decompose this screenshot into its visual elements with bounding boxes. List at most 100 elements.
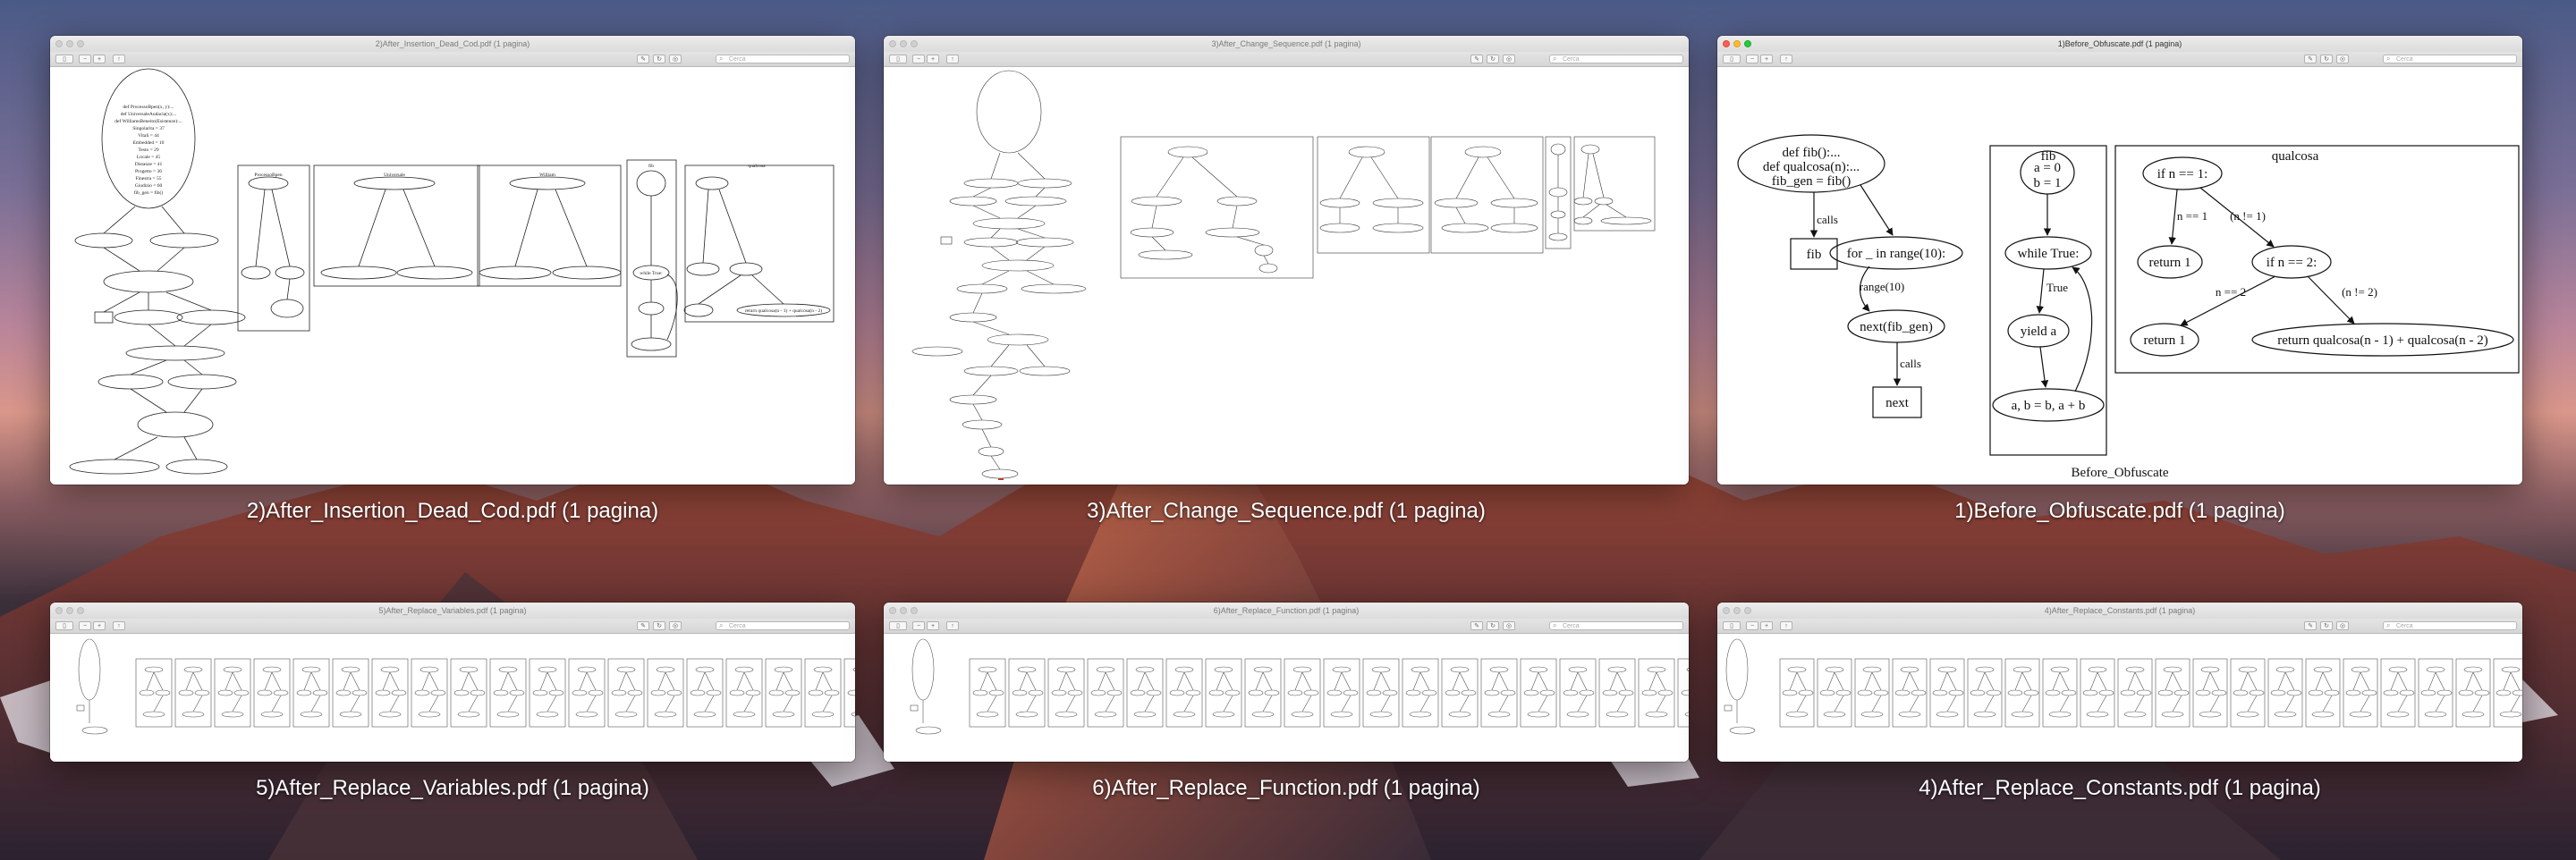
zoom-out-icon[interactable]: −	[79, 55, 91, 63]
window-titlebar[interactable]: 4)After_Replace_Constants.pdf (1 pagina)	[1717, 603, 2522, 620]
markup-icon[interactable]: ✎	[1470, 55, 1483, 63]
window-titlebar[interactable]: 6)After_Replace_Function.pdf (1 pagina)	[884, 603, 1689, 620]
zoom-out-icon[interactable]: −	[1746, 55, 1758, 63]
zoom-icon[interactable]	[911, 607, 918, 614]
zoom-in-icon[interactable]: +	[927, 55, 939, 63]
graph-edge	[1019, 671, 1028, 691]
sidebar-toggle-icon[interactable]: ▯	[889, 621, 907, 630]
zoom-in-icon[interactable]: +	[1760, 621, 1773, 630]
search-input[interactable]: Cerca	[1549, 621, 1683, 630]
annotate-icon[interactable]: ◎	[2336, 621, 2349, 630]
search-input[interactable]: Cerca	[2383, 55, 2517, 63]
close-icon[interactable]	[889, 40, 896, 47]
window-after-insertion-dead-cod[interactable]: 2)After_Insertion_Dead_Cod.pdf (1 pagina…	[50, 36, 855, 485]
annotate-icon[interactable]: ◎	[669, 621, 682, 630]
window-after-replace-variables[interactable]: 5)After_Replace_Variables.pdf (1 pagina)…	[50, 603, 855, 762]
graph-edge	[783, 671, 793, 691]
zoom-icon[interactable]	[1744, 607, 1751, 614]
graph-node	[627, 689, 643, 696]
rotate-icon[interactable]: ↻	[1487, 55, 1499, 63]
minimize-icon[interactable]	[1733, 40, 1741, 47]
graph-node	[695, 666, 715, 673]
markup-icon[interactable]: ✎	[637, 621, 649, 630]
search-input[interactable]: Cerca	[2383, 621, 2517, 630]
minimize-icon[interactable]	[66, 40, 73, 47]
sidebar-toggle-icon[interactable]: ▯	[1723, 55, 1741, 63]
zoom-icon[interactable]	[77, 607, 84, 614]
window-after-replace-function[interactable]: 6)After_Replace_Function.pdf (1 pagina) …	[884, 603, 1689, 762]
zoom-icon[interactable]	[911, 40, 918, 47]
graph-after-change-sequence	[911, 70, 1656, 480]
rotate-icon[interactable]: ↻	[1487, 621, 1499, 630]
share-icon[interactable]: ↑	[946, 621, 959, 630]
graph-node	[1785, 711, 1809, 718]
share-icon[interactable]: ↑	[1780, 621, 1792, 630]
share-icon[interactable]: ↑	[946, 55, 959, 63]
search-input[interactable]: Cerca	[1549, 55, 1683, 63]
graph-edge	[743, 695, 754, 712]
minimize-icon[interactable]	[900, 40, 907, 47]
share-icon[interactable]: ↑	[113, 621, 125, 630]
annotate-icon[interactable]: ◎	[1503, 55, 1515, 63]
close-icon[interactable]	[1723, 607, 1730, 614]
graph-node	[1819, 689, 1835, 696]
markup-icon[interactable]: ✎	[1470, 621, 1483, 630]
graph-edge	[2465, 671, 2474, 691]
zoom-out-icon[interactable]: −	[912, 55, 925, 63]
annotate-icon[interactable]: ◎	[2336, 55, 2349, 63]
window-titlebar[interactable]: 2)After_Insertion_Dead_Cod.pdf (1 pagina…	[50, 36, 855, 53]
minimize-icon[interactable]	[900, 607, 907, 614]
zoom-in-icon[interactable]: +	[927, 621, 939, 630]
sidebar-toggle-icon[interactable]: ▯	[55, 55, 73, 63]
graph-node	[575, 711, 598, 718]
share-icon[interactable]: ↑	[1780, 55, 1792, 63]
markup-icon[interactable]: ✎	[637, 55, 649, 63]
close-icon[interactable]	[55, 40, 63, 47]
graph-node	[650, 689, 666, 696]
graph-node	[493, 689, 509, 696]
rotate-icon[interactable]: ↻	[2320, 55, 2333, 63]
window-after-change-sequence[interactable]: 3)After_Change_Sequence.pdf (1 pagina) ▯…	[884, 36, 1689, 485]
window-titlebar[interactable]: 1)Before_Obfuscate.pdf (1 pagina)	[1717, 36, 2522, 53]
minimize-icon[interactable]	[1733, 607, 1741, 614]
markup-icon[interactable]: ✎	[2304, 55, 2317, 63]
search-input[interactable]: Cerca	[716, 55, 850, 63]
window-before-obfuscate[interactable]: 1)Before_Obfuscate.pdf (1 pagina) ▯ − + …	[1717, 36, 2522, 485]
zoom-icon[interactable]	[77, 40, 84, 47]
close-icon[interactable]	[55, 607, 63, 614]
pdf-page	[884, 634, 1689, 762]
sidebar-toggle-icon[interactable]: ▯	[889, 55, 907, 63]
zoom-in-icon[interactable]: +	[1760, 55, 1773, 63]
window-titlebar[interactable]: 5)After_Replace_Variables.pdf (1 pagina)	[50, 603, 855, 620]
search-input[interactable]: Cerca	[716, 621, 850, 630]
minimize-icon[interactable]	[66, 607, 73, 614]
zoom-out-icon[interactable]: −	[79, 621, 91, 630]
graph-node	[2236, 711, 2259, 718]
zoom-in-icon[interactable]: +	[93, 621, 106, 630]
sidebar-toggle-icon[interactable]: ▯	[55, 621, 73, 630]
share-icon[interactable]: ↑	[113, 55, 125, 63]
window-titlebar[interactable]: 3)After_Change_Sequence.pdf (1 pagina)	[884, 36, 1689, 53]
annotate-icon[interactable]: ◎	[1503, 621, 1515, 630]
sidebar-toggle-icon[interactable]: ▯	[1723, 621, 1741, 630]
rotate-icon[interactable]: ↻	[653, 55, 665, 63]
annotate-icon[interactable]: ◎	[669, 55, 682, 63]
graph-edge	[271, 671, 282, 691]
rotate-icon[interactable]: ↻	[2320, 621, 2333, 630]
zoom-out-icon[interactable]: −	[912, 621, 925, 630]
ab-node-label: a = 0	[2034, 161, 2061, 175]
zoom-in-icon[interactable]: +	[93, 55, 106, 63]
graph-node	[1264, 689, 1280, 696]
close-icon[interactable]	[1723, 40, 1730, 47]
close-icon[interactable]	[889, 607, 896, 614]
zoom-out-icon[interactable]: −	[1746, 621, 1758, 630]
rotate-icon[interactable]: ↻	[653, 621, 665, 630]
markup-icon[interactable]: ✎	[2304, 621, 2317, 630]
svg-text:Finestra = 55: Finestra = 55	[135, 176, 161, 181]
zoom-icon[interactable]	[1744, 40, 1751, 47]
graph-edge	[2021, 671, 2032, 691]
window-after-replace-constants[interactable]: 4)After_Replace_Constants.pdf (1 pagina)…	[1717, 603, 2522, 762]
graph-node	[418, 711, 441, 718]
graph-edge	[1105, 695, 1115, 712]
graph-edge	[579, 671, 588, 691]
